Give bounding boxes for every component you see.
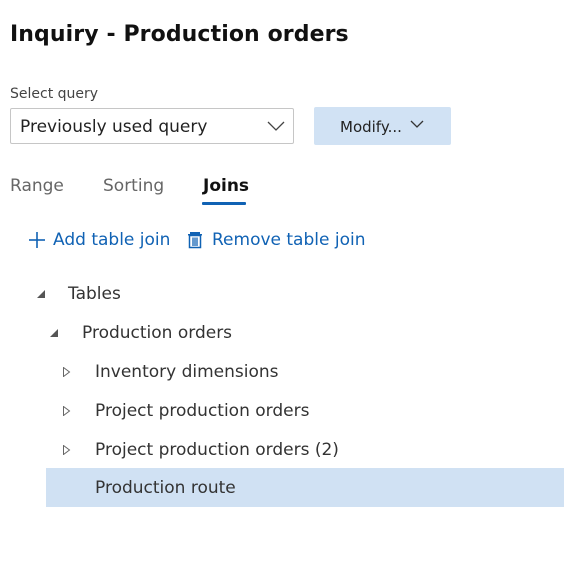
collapsed-triangle-icon[interactable] [62, 445, 72, 455]
tab-joins[interactable]: Joins [203, 176, 249, 196]
tab-sorting[interactable]: Sorting [103, 176, 164, 196]
select-query-value: Previously used query [20, 117, 208, 137]
expanded-triangle-icon[interactable] [49, 328, 59, 338]
select-query-dropdown[interactable]: Previously used query [10, 108, 294, 144]
tree-item-label: Production orders [82, 323, 233, 343]
tree-item-label: Tables [68, 284, 121, 304]
chevron-down-icon [410, 120, 424, 128]
tree-item-inventory-dimensions[interactable]: Inventory dimensions [0, 353, 564, 392]
tree-item-label: Project production orders (2) [95, 440, 339, 460]
expanded-triangle-icon[interactable] [36, 289, 46, 299]
modify-button[interactable]: Modify... [314, 107, 451, 145]
chevron-down-icon [267, 121, 285, 131]
add-table-join-label: Add table join [53, 230, 171, 250]
tree-item-production-orders[interactable]: Production orders [0, 314, 564, 353]
page-title: Inquiry - Production orders [10, 22, 349, 47]
collapsed-triangle-icon[interactable] [62, 406, 72, 416]
remove-table-join-label: Remove table join [212, 230, 366, 250]
trash-icon [188, 232, 202, 249]
tree-item-label: Inventory dimensions [95, 362, 279, 382]
collapsed-triangle-icon[interactable] [62, 367, 72, 377]
tree-item-tables[interactable]: Tables [0, 275, 564, 314]
plus-icon [29, 232, 45, 248]
tab-range[interactable]: Range [10, 176, 64, 196]
modify-button-label: Modify... [340, 118, 402, 136]
tree-item-production-route[interactable]: Production route [46, 468, 564, 507]
select-query-label: Select query [10, 86, 99, 102]
tree-item-project-production-orders-2[interactable]: Project production orders (2) [0, 431, 564, 470]
tree-item-project-production-orders[interactable]: Project production orders [0, 392, 564, 431]
tree-item-label: Production route [95, 478, 236, 498]
tree-item-label: Project production orders [95, 401, 310, 421]
active-tab-indicator [202, 202, 246, 205]
